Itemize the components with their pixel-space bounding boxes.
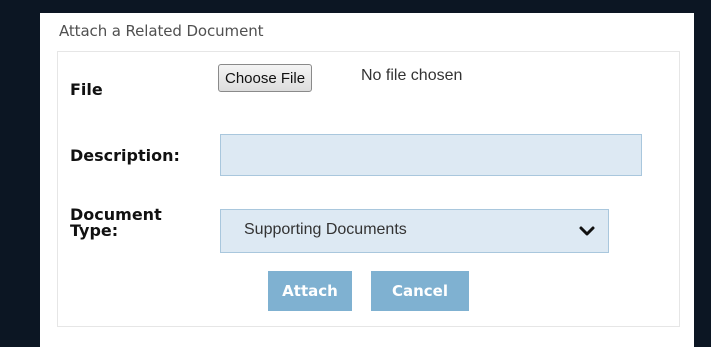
description-label: Description: (70, 146, 180, 165)
document-type-label: Document Type: (70, 207, 162, 239)
attach-form: File Choose File No file chosen Descript… (57, 51, 680, 327)
document-type-selected-value: Supporting Documents (244, 221, 407, 238)
cancel-button[interactable]: Cancel (371, 271, 469, 311)
choose-file-button[interactable]: Choose File (218, 64, 313, 92)
attach-document-panel: Attach a Related Document File Choose Fi… (40, 13, 694, 347)
document-type-select[interactable]: Supporting Documents (220, 209, 609, 253)
chevron-down-icon (578, 222, 596, 240)
file-label: File (70, 80, 103, 99)
description-input[interactable] (220, 134, 642, 176)
file-status-text: No file chosen (361, 67, 463, 84)
attach-button[interactable]: Attach (268, 271, 352, 311)
document-type-label-line2: Type: (70, 221, 119, 240)
panel-title: Attach a Related Document (59, 22, 264, 40)
